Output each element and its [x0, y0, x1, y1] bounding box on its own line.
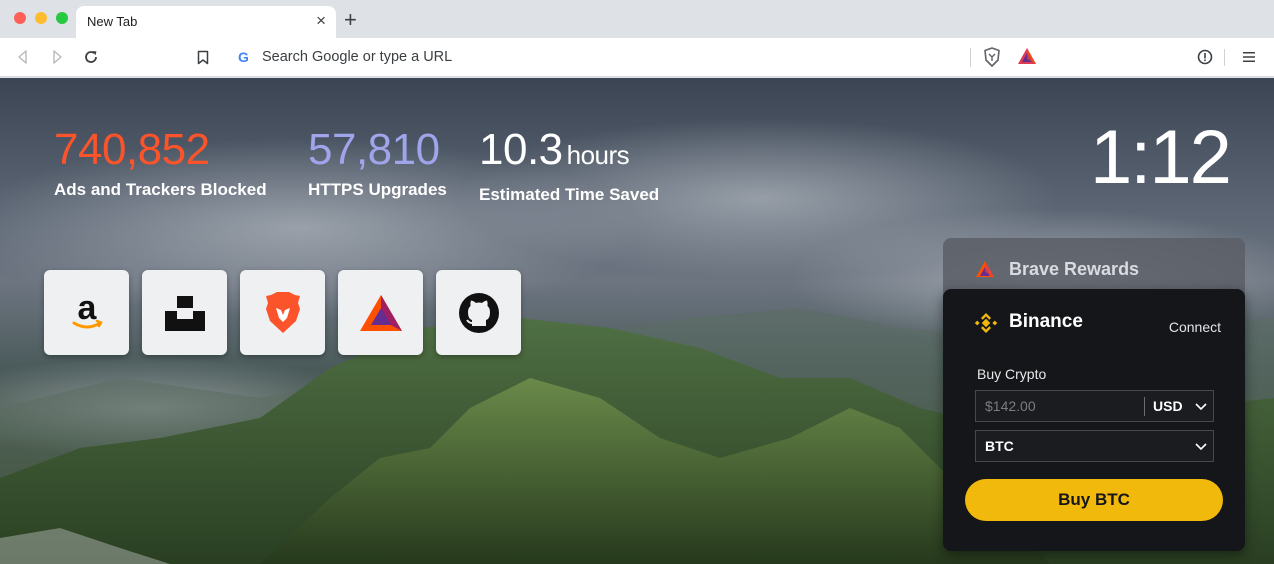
top-site-amazon[interactable]: a [44, 270, 129, 355]
rewards-title: Brave Rewards [1009, 259, 1140, 279]
time-saved-label: Estimated Time Saved [479, 185, 660, 204]
buy-btc-button[interactable]: Buy BTC [965, 479, 1223, 521]
top-site-github[interactable] [436, 270, 521, 355]
brave-lion-icon [265, 291, 300, 333]
binance-widget: Binance Connect Buy Crypto $142.00 USD B… [943, 289, 1245, 551]
svg-text:a: a [77, 291, 97, 327]
bat-rewards-icon [976, 261, 994, 277]
search-input[interactable]: Search Google or type a URL [262, 49, 452, 65]
top-site-bat[interactable] [338, 270, 423, 355]
ads-blocked-count: 740,852 [54, 125, 210, 174]
amount-divider [1144, 397, 1145, 416]
maximize-window-button[interactable] [56, 12, 68, 24]
buy-crypto-label: Buy Crypto [977, 366, 1047, 382]
asset-select[interactable]: BTC [975, 430, 1214, 462]
tab-close-icon[interactable]: × [316, 11, 326, 31]
top-site-unsplash[interactable] [142, 270, 227, 355]
close-window-button[interactable] [14, 12, 26, 24]
toolbar-divider [1224, 49, 1225, 66]
stat-time-saved: 10.3 hours Estimated Time Saved [479, 124, 659, 205]
unsplash-logo-icon [164, 295, 205, 331]
bat-rewards-icon[interactable] [1017, 47, 1039, 69]
clock: 1:12 [1090, 115, 1232, 200]
browser-toolbar: G Search Google or type a URL [0, 38, 1274, 77]
new-tab-page: 740,852 Ads and Trackers Blocked 57,810 … [0, 78, 1274, 564]
bookmark-icon[interactable] [192, 46, 214, 68]
info-icon[interactable] [1194, 46, 1216, 68]
tab-new-tab[interactable]: New Tab × [76, 6, 336, 38]
new-tab-button[interactable]: + [344, 8, 357, 32]
back-arrow-icon[interactable] [12, 46, 34, 68]
https-upgrades-count: 57,810 [308, 125, 440, 174]
amount-input[interactable]: $142.00 USD [975, 390, 1214, 422]
chevron-down-icon[interactable] [1194, 437, 1208, 455]
tab-strip: New Tab × + [0, 0, 1274, 38]
amazon-logo-icon: a [72, 291, 103, 328]
ads-blocked-label: Ads and Trackers Blocked [54, 180, 267, 199]
binance-title: Binance [1009, 311, 1083, 332]
top-site-brave[interactable] [240, 270, 325, 355]
chevron-down-icon[interactable] [1194, 397, 1208, 415]
https-upgrades-label: HTTPS Upgrades [308, 180, 447, 199]
tab-title: New Tab [87, 14, 138, 29]
time-saved-value: 10.3 [479, 125, 563, 174]
time-saved-value-row: 10.3 hours [479, 124, 659, 181]
bat-logo-icon [359, 294, 402, 331]
brave-shields-icon[interactable] [981, 46, 1003, 68]
binance-logo-icon [974, 313, 998, 333]
reload-icon[interactable] [80, 46, 102, 68]
amount-placeholder: $142.00 [985, 398, 1036, 414]
binance-connect-link[interactable]: Connect [1169, 319, 1221, 335]
github-octocat-icon [458, 292, 499, 333]
hamburger-menu-icon[interactable] [1238, 46, 1260, 68]
time-saved-unit: hours [566, 140, 630, 170]
currency-select[interactable]: USD [1153, 398, 1183, 414]
omnibox-divider [970, 48, 971, 67]
google-icon: G [238, 49, 249, 65]
forward-arrow-icon[interactable] [46, 46, 68, 68]
minimize-window-button[interactable] [35, 12, 47, 24]
stat-ads-blocked: 740,852 Ads and Trackers Blocked [54, 124, 267, 200]
asset-select-value: BTC [985, 438, 1014, 454]
address-bar[interactable]: G Search Google or type a URL [226, 43, 1046, 72]
stat-https-upgrades: 57,810 HTTPS Upgrades [308, 124, 447, 200]
